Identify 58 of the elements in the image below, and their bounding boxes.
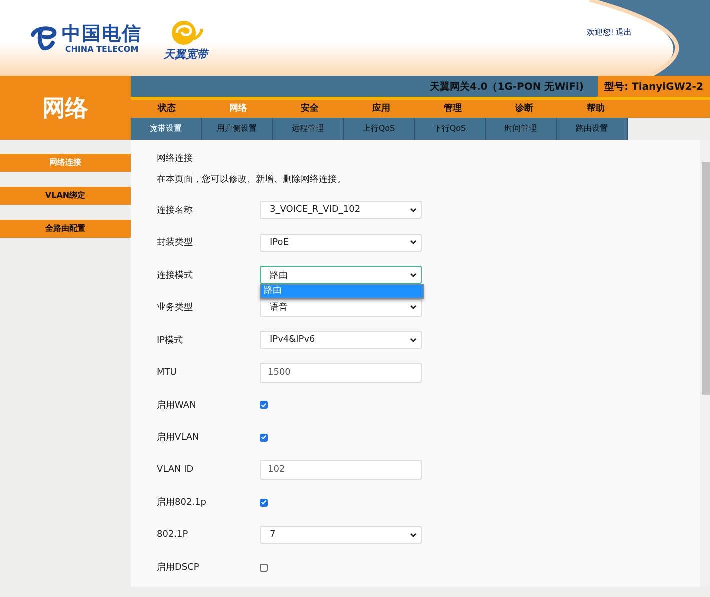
sidebar-item[interactable]: 全路由配置 (0, 220, 131, 238)
sub-tab[interactable]: 用户侧设置 (202, 118, 273, 140)
brand-text: 天翼宽带 (164, 46, 208, 62)
welcome-text: 欢迎您! (586, 27, 614, 38)
nav-tab[interactable]: 帮助 (560, 100, 632, 118)
sub-tab[interactable]: 下行QoS (415, 118, 486, 140)
field-label: 封装类型 (157, 236, 194, 250)
select-field[interactable]: 3_VOICE_R_VID_102 (260, 201, 422, 220)
logout-link[interactable]: 退出 (616, 27, 632, 38)
select-field[interactable]: 语音 (260, 298, 422, 317)
select-field[interactable]: IPv4&IPv6 (260, 331, 422, 350)
chevron-icon (410, 240, 417, 246)
chevron-icon (410, 208, 417, 213)
field-label: 启用DSCP (157, 562, 200, 574)
select-field[interactable]: IPoE (260, 234, 422, 252)
select-field[interactable]: 路由 (260, 266, 422, 284)
field-label: VLAN ID (157, 465, 195, 476)
chevron-icon (410, 272, 417, 278)
field-label: 连接名称 (157, 204, 194, 217)
field-label: 启用WAN (157, 400, 198, 412)
sub-tab[interactable]: 宽带设置 (131, 118, 202, 140)
field-label: 启用802.1p (157, 496, 208, 510)
section-title: 网络 (0, 76, 131, 140)
logo-text: 中国电信 (62, 22, 142, 44)
sub-tab[interactable]: 上行QoS (344, 118, 415, 140)
logo-icon (30, 25, 58, 51)
nav-tab[interactable]: 安全 (274, 100, 346, 118)
nav-tab[interactable]: 管理 (417, 100, 488, 118)
swirl-icon (169, 18, 203, 46)
gateway-title: 天翼网关4.0（1G-PON 无WiFi) (430, 80, 585, 94)
field-label: 业务类型 (157, 302, 194, 314)
chevron-icon (410, 305, 417, 310)
checkbox[interactable] (260, 401, 268, 410)
sidebar-item[interactable]: VLAN绑定 (0, 187, 131, 205)
page-title: 网络连接 (157, 152, 194, 165)
description-text: 在本页面，您可以修改、新增、删除网络连接。 (157, 174, 347, 186)
field-label: 启用VLAN (157, 432, 200, 444)
nav-tab[interactable]: 诊断 (488, 100, 560, 118)
chevron-icon (410, 532, 417, 538)
checkbox[interactable] (260, 434, 268, 442)
model-label: 型号: TianyiGW2-2 (598, 76, 710, 97)
nav-tab[interactable]: 状态 (131, 100, 202, 118)
select-field[interactable]: 7 (260, 526, 422, 544)
sub-tab[interactable]: 远程管理 (273, 118, 344, 140)
chevron-icon (410, 338, 417, 343)
checkbox[interactable] (260, 564, 268, 572)
input-field[interactable]: 102 (260, 460, 422, 480)
sub-tab[interactable]: 时间管理 (486, 118, 557, 140)
checkbox[interactable] (260, 498, 268, 507)
field-label: MTU (157, 368, 178, 378)
sub-tab[interactable]: 路由设置 (557, 118, 628, 140)
field-label: 连接模式 (157, 270, 194, 282)
field-label: 802.1P (157, 530, 190, 540)
input-field[interactable]: 1500 (260, 362, 422, 383)
logo-subtitle: CHINA TELECOM (65, 44, 139, 54)
field-label: IP模式 (157, 334, 184, 347)
nav-tab[interactable]: 应用 (346, 100, 417, 118)
scrollbar[interactable] (700, 140, 710, 587)
